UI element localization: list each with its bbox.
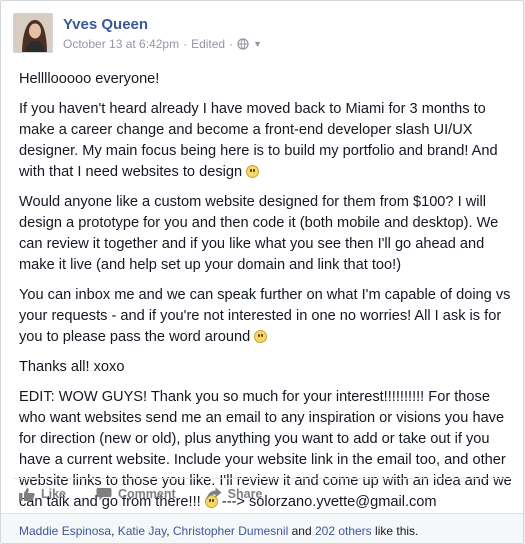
liker-name-link[interactable]: Christopher Dumesnil	[173, 524, 288, 538]
post-paragraph: You can inbox me and we can speak furthe…	[19, 287, 511, 345]
post-header: Yves Queen October 13 at 6:42pm · Edited…	[13, 13, 493, 57]
liker-name-link[interactable]: Katie Jay	[118, 524, 166, 538]
avatar[interactable]	[13, 13, 53, 53]
post-card: Yves Queen October 13 at 6:42pm · Edited…	[0, 0, 524, 544]
thumbs-up-icon	[19, 488, 35, 501]
chevron-down-icon[interactable]: ▼	[253, 39, 262, 49]
edited-label[interactable]: Edited	[191, 37, 225, 51]
share-button[interactable]: Share	[206, 487, 263, 501]
comment-button[interactable]: Comment	[96, 487, 176, 501]
globe-icon	[237, 38, 249, 50]
likes-summary: Maddie Espinosa, Katie Jay, Christopher …	[1, 513, 523, 543]
like-label: Like	[41, 487, 67, 501]
comment-icon	[96, 488, 112, 500]
share-arrow-icon	[206, 487, 222, 500]
post-paragraph: Hellllooooo everyone!	[19, 71, 160, 87]
meta-separator: ·	[183, 37, 188, 51]
post-body: Hellllooooo everyone! If you haven't hea…	[19, 69, 513, 522]
comment-label: Comment	[118, 487, 176, 501]
meta-separator: ·	[229, 37, 234, 51]
author-name[interactable]: Yves Queen	[63, 16, 148, 33]
smiley-emoji-icon	[246, 165, 260, 178]
post-actions: Like Comment Share	[19, 487, 262, 501]
liker-name-link[interactable]: Maddie Espinosa	[19, 524, 111, 538]
post-paragraph: Would anyone like a custom website desig…	[19, 194, 499, 273]
post-timestamp[interactable]: October 13 at 6:42pm	[63, 37, 179, 51]
post-meta: October 13 at 6:42pm · Edited · ▼	[63, 37, 262, 51]
post-paragraph: If you haven't heard already I have move…	[19, 101, 498, 180]
like-button[interactable]: Like	[19, 487, 66, 501]
post-paragraph: Thanks all! xoxo	[19, 359, 125, 375]
others-likes-link[interactable]: 202 others	[315, 524, 372, 538]
actions-divider	[13, 478, 511, 479]
share-label: Share	[227, 487, 263, 501]
smiley-emoji-icon	[254, 330, 268, 343]
